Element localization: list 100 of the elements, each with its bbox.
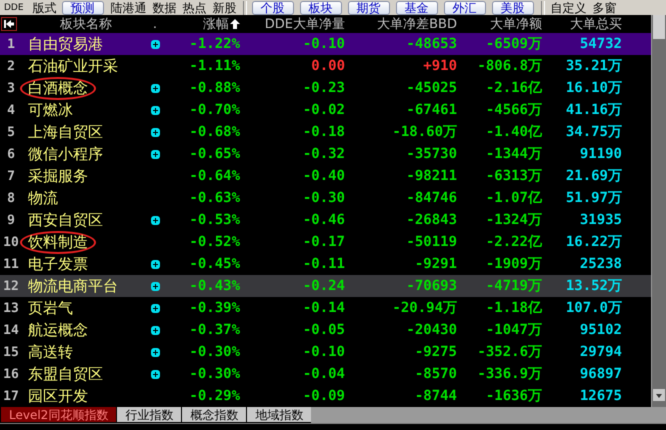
- bottom-tab[interactable]: Level2同花顺指数: [0, 407, 118, 423]
- dde-cell: -0.02: [302, 102, 345, 118]
- plus-icon[interactable]: [150, 216, 160, 224]
- vertical-scrollbar[interactable]: [651, 15, 666, 407]
- bottom-tab[interactable]: 地域指数: [246, 407, 312, 423]
- row-number: 4: [7, 102, 15, 118]
- row-number: 17: [3, 388, 19, 404]
- net-amount-cell: -2.16亿: [486, 79, 542, 97]
- highlighted-row[interactable]: 12 物流电商平台 -0.43% -0.24 -70693 -4719万 13.52万: [0, 275, 652, 297]
- toolbar-item[interactable]: DDE: [0, 0, 30, 14]
- scroll-thumb[interactable]: [653, 15, 665, 39]
- dde-cell: -0.46: [302, 212, 345, 228]
- change-cell: -0.43%: [189, 278, 240, 294]
- sector-name[interactable]: 西安自贸区: [26, 210, 105, 230]
- bbd-cell: -50119: [406, 234, 457, 250]
- plus-icon[interactable]: [150, 260, 160, 268]
- row-number: 12: [3, 278, 19, 294]
- row-number: 15: [3, 344, 19, 360]
- toolbar-item[interactable]: 陆港通: [108, 0, 150, 14]
- sector-name[interactable]: 页岩气: [26, 298, 75, 318]
- dde-cell: -0.11: [302, 256, 345, 272]
- dde-cell: 0.00: [311, 58, 345, 74]
- toolbar-item[interactable]: 多窗: [590, 0, 620, 14]
- change-cell: -0.30%: [189, 344, 240, 360]
- total-buy-cell: 25238: [580, 256, 622, 272]
- change-cell: -0.53%: [189, 212, 240, 228]
- plus-icon[interactable]: [150, 370, 160, 378]
- column-header[interactable]: .: [152, 16, 158, 32]
- toolbar-button[interactable]: 基金: [396, 0, 438, 14]
- toolbar-button[interactable]: 外汇: [444, 0, 486, 14]
- bbd-cell: -67461: [406, 102, 457, 118]
- bbd-cell: -20.94万: [392, 299, 457, 317]
- toolbar-item[interactable]: 新股: [210, 0, 240, 14]
- net-amount-cell: -1.40亿: [486, 123, 542, 141]
- sector-name[interactable]: 可燃冰: [26, 100, 75, 120]
- net-amount-cell: -1344万: [486, 145, 542, 163]
- sector-name[interactable]: 电子发票: [26, 254, 90, 274]
- total-buy-cell: 54732: [580, 36, 622, 52]
- sector-name[interactable]: 上海自贸区: [26, 122, 105, 142]
- plus-icon[interactable]: [150, 304, 160, 312]
- toolbar-item[interactable]: 热点: [180, 0, 210, 14]
- plus-icon[interactable]: [150, 84, 160, 92]
- net-amount-cell: -2.22亿: [486, 233, 542, 251]
- sector-name[interactable]: 航运概念: [26, 320, 90, 340]
- total-buy-cell: 96897: [580, 366, 622, 382]
- plus-icon[interactable]: [150, 150, 160, 158]
- plus-icon[interactable]: [150, 348, 160, 356]
- net-amount-cell: -1047万: [486, 321, 542, 339]
- bottom-tab[interactable]: 行业指数: [116, 407, 182, 423]
- change-cell: -0.45%: [189, 256, 240, 272]
- toolbar-item[interactable]: 自定义: [548, 0, 590, 14]
- circled-sector-name[interactable]: 饮料制造: [20, 230, 96, 254]
- bottom-tab[interactable]: 概念指数: [181, 407, 248, 423]
- row-number: 13: [3, 300, 19, 316]
- plus-icon[interactable]: [150, 40, 160, 48]
- circled-sector-name[interactable]: 白酒概念: [20, 76, 96, 100]
- change-cell: -0.30%: [189, 366, 240, 382]
- plus-icon[interactable]: [150, 106, 160, 114]
- sector-name[interactable]: 东盟自贸区: [26, 364, 105, 384]
- sector-name[interactable]: 微信小程序: [26, 144, 105, 164]
- plus-icon[interactable]: [150, 326, 160, 334]
- selected-row[interactable]: 1 自由贸易港 -1.22% -0.10 -48653 -6509万 54732: [0, 33, 652, 55]
- bbd-cell: -9291: [414, 256, 457, 272]
- toolbar-button[interactable]: 板块: [300, 0, 342, 14]
- scroll-down-icon[interactable]: [653, 389, 665, 401]
- sector-name[interactable]: 物流: [26, 188, 60, 208]
- column-header[interactable]: 板块名称: [60, 15, 112, 33]
- horizontal-scrollbar[interactable]: [311, 407, 666, 423]
- sector-name[interactable]: 自由贸易港: [26, 34, 105, 54]
- toolbar-button[interactable]: 个股: [252, 0, 294, 14]
- sector-name[interactable]: 石油矿业开采: [26, 56, 120, 76]
- toolbar-button[interactable]: 预测: [62, 0, 104, 14]
- back-to-start-icon[interactable]: [1, 17, 17, 31]
- bbd-cell: -9275: [414, 344, 457, 360]
- toolbar-button[interactable]: 期货: [348, 0, 390, 14]
- column-header[interactable]: 大单净额: [490, 15, 542, 33]
- sector-name[interactable]: 园区开发: [26, 386, 90, 406]
- total-buy-cell: 95102: [580, 322, 622, 338]
- sector-name[interactable]: 采掘服务: [26, 166, 90, 186]
- column-header[interactable]: 大单净差BBD: [377, 15, 457, 33]
- toolbar-button[interactable]: 美股: [492, 0, 534, 14]
- column-header[interactable]: DDE大单净量: [264, 15, 345, 33]
- row-number: 2: [7, 58, 15, 74]
- column-header[interactable]: 大单总买: [570, 15, 622, 33]
- toolbar-item[interactable]: 数据: [150, 0, 180, 14]
- total-buy-cell: 16.22万: [566, 233, 622, 251]
- dde-cell: -0.17: [302, 234, 345, 250]
- column-header[interactable]: 涨幅: [203, 15, 229, 33]
- net-amount-cell: -1909万: [486, 255, 542, 273]
- sector-name[interactable]: 高送转: [26, 342, 75, 362]
- change-cell: -0.39%: [189, 300, 240, 316]
- dde-cell: -0.40: [302, 168, 345, 184]
- plus-icon[interactable]: [150, 128, 160, 136]
- bbd-cell: -70693: [406, 278, 457, 294]
- total-buy-cell: 13.52万: [566, 277, 622, 295]
- total-buy-cell: 31935: [580, 212, 622, 228]
- sector-name[interactable]: 物流电商平台: [26, 276, 120, 296]
- total-buy-cell: 34.75万: [566, 123, 622, 141]
- toolbar-item[interactable]: 版式: [30, 0, 60, 14]
- plus-icon[interactable]: [150, 282, 160, 290]
